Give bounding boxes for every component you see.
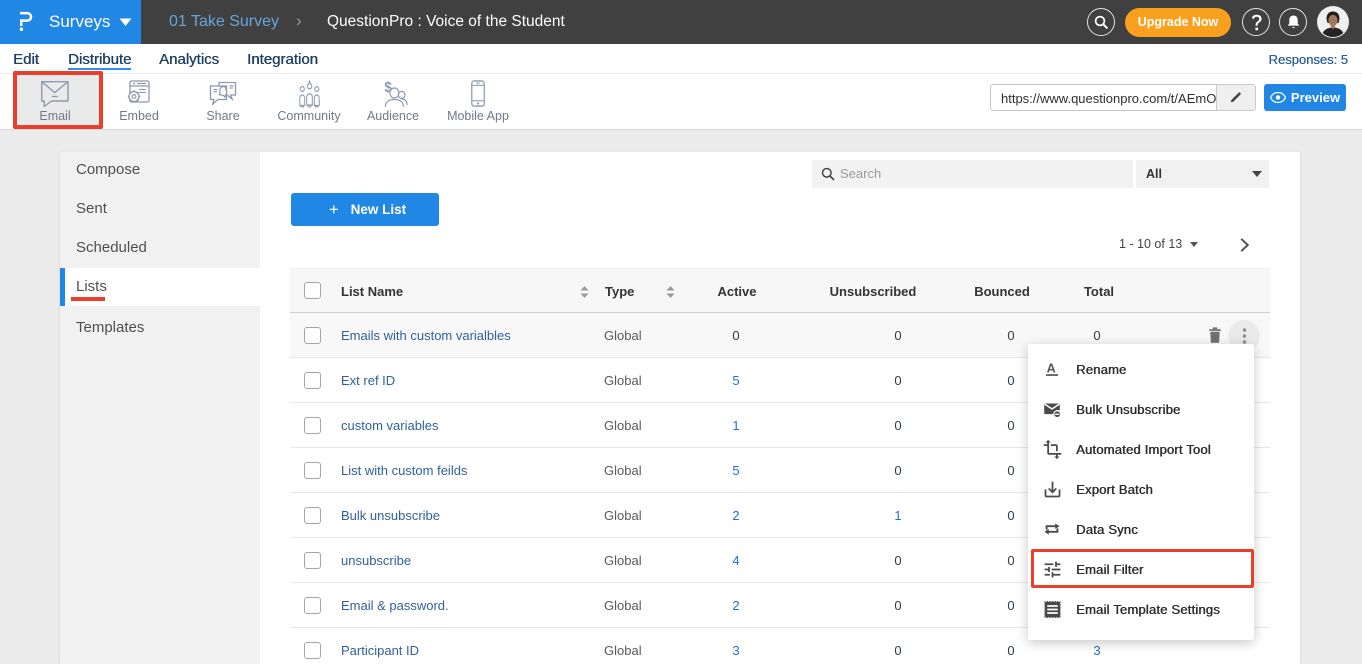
svg-text:$: $ xyxy=(384,80,392,96)
svg-text:A: A xyxy=(1047,362,1056,376)
